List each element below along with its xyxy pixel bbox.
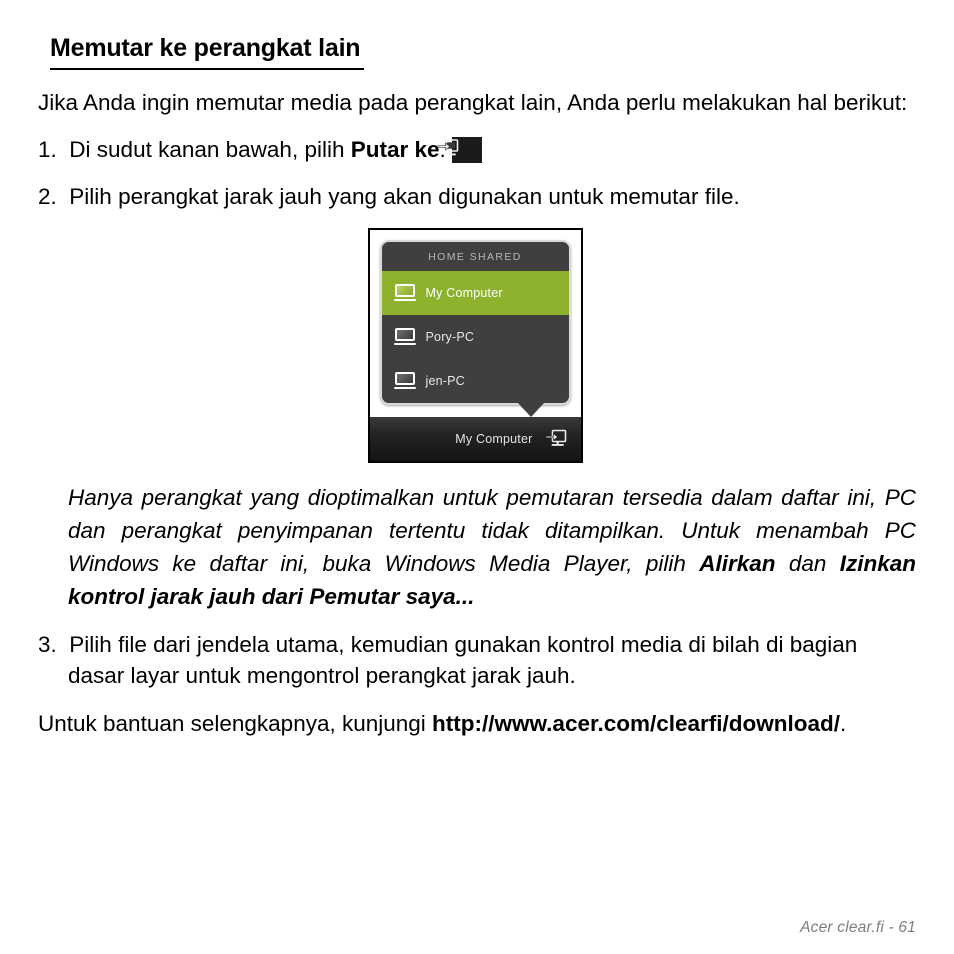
popup-pointer-tail-fill [516,401,545,417]
clearfi-download-url[interactable]: http://www.acer.com/clearfi/download/ [432,711,840,736]
closing-seg-2: . [840,710,847,736]
device-label: Pory-PC [425,329,475,344]
device-row-pory-pc[interactable]: Pory-PC [381,314,569,359]
note-seg-2: dan [775,550,840,576]
laptop-icon [393,328,416,346]
device-label: My Computer [425,285,503,300]
popup-title: HOME SHARED [381,241,569,271]
laptop-screen [394,328,415,342]
popup-inner: HOME SHARED My Computer Pory-PC jen-PC [381,241,569,403]
device-row-my-computer[interactable]: My Computer [381,270,569,315]
cast-to-device-icon [437,136,482,163]
laptop-base [393,298,416,302]
player-bottom-bar: My Computer [369,416,581,461]
step-3-number: 3. [38,631,57,657]
laptop-screen [394,372,415,386]
laptop-screen [394,284,415,298]
laptop-icon [393,284,416,302]
figure-frame: HOME SHARED My Computer Pory-PC jen-PC M… [367,227,583,463]
note-paragraph: Hanya perangkat yang dioptimalkan untuk … [68,481,916,613]
cast-to-device-svg [437,138,459,156]
cast-to-device-svg [545,429,566,447]
step-1-bold: Putar ke [350,136,440,162]
page-footer: Acer clear.fi - 61 [800,919,916,936]
step-1-text: Di sudut kanan bawah, pilih [69,136,351,162]
closing-seg-1: Untuk bantuan selengkapnya, kunjungi [38,710,433,736]
laptop-base [393,342,416,346]
popup-gap [369,404,581,417]
cast-to-device-icon[interactable] [545,429,567,448]
page-title: Memutar ke perangkat lain [50,34,365,70]
closing-paragraph: Untuk bantuan selengkapnya, kunjungi htt… [38,708,916,739]
popup-area: HOME SHARED My Computer Pory-PC jen-PC [369,229,581,419]
step-2-number: 2. [38,183,57,209]
step-2: 2. Pilih perangkat jarak jauh yang akan … [38,181,916,212]
intro-paragraph: Jika Anda ingin memutar media pada peran… [38,89,908,115]
bottom-bar-device-label: My Computer [455,431,533,446]
device-label: jen-PC [425,373,465,388]
step-3-text: Pilih file dari jendela utama, kemudian … [68,631,858,688]
step-3: 3. Pilih file dari jendela utama, kemudi… [38,629,916,691]
popup-pointer-tail [514,401,547,419]
step-2-text: Pilih perangkat jarak jauh yang akan dig… [69,183,740,209]
laptop-base [393,386,416,390]
device-chooser-figure: HOME SHARED My Computer Pory-PC jen-PC M… [367,227,587,463]
step-1: 1. Di sudut kanan bawah, pilih Putar ke. [38,134,916,165]
document-page: Memutar ke perangkat lain Jika Anda ingi… [0,0,954,954]
laptop-icon [393,372,416,390]
step-1-number: 1. [38,136,57,162]
device-row-jen-pc[interactable]: jen-PC [381,358,569,403]
note-bold-1: Alirkan [699,550,776,576]
page-title-wrap: Memutar ke perangkat lain [38,34,916,70]
home-shared-popup: HOME SHARED My Computer Pory-PC jen-PC [379,239,571,419]
